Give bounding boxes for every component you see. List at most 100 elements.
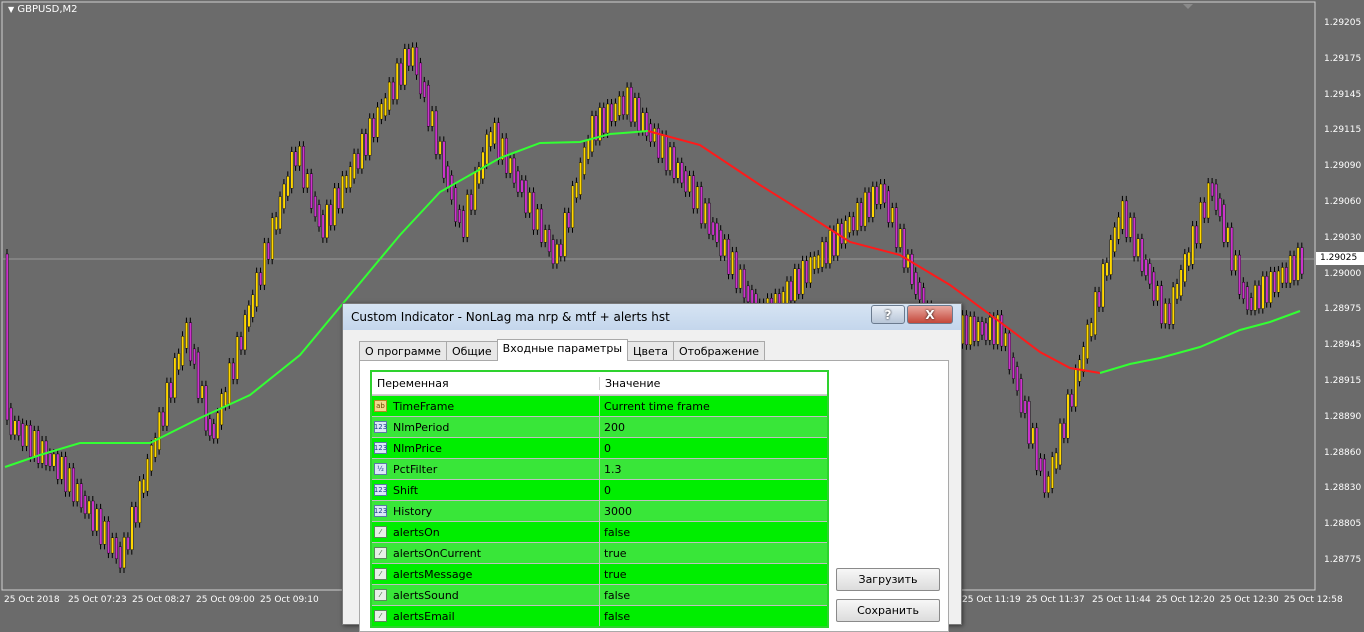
- price-bar: [980, 321, 984, 336]
- param-row-NlmPeriod[interactable]: 123 NlmPeriod 200: [372, 416, 827, 437]
- price-bar: [1043, 458, 1047, 493]
- price-bar: [1214, 183, 1218, 211]
- param-value[interactable]: false: [600, 526, 630, 539]
- price-bar: [1210, 182, 1214, 197]
- price-bar: [1019, 378, 1023, 413]
- help-button[interactable]: ?: [871, 305, 905, 324]
- price-bar: [785, 280, 789, 304]
- param-value[interactable]: 3000: [600, 505, 632, 518]
- param-value[interactable]: true: [600, 568, 627, 581]
- bool-type-icon: ⁄: [374, 589, 387, 601]
- price-bar: [185, 322, 188, 349]
- price-bar: [239, 336, 243, 351]
- param-name: NlmPeriod: [393, 420, 450, 434]
- price-bar: [228, 362, 231, 405]
- price-bar: [216, 412, 220, 439]
- time-axis-label: 25 Oct 07:23: [68, 595, 127, 605]
- price-bar: [489, 131, 493, 147]
- column-value[interactable]: Значение: [600, 377, 660, 390]
- price-bar: [13, 420, 17, 436]
- param-row-alertsOnCurrent[interactable]: ⁄ alertsOnCurrent true: [372, 542, 827, 563]
- price-bar: [107, 521, 111, 554]
- price-bar: [1082, 346, 1086, 373]
- price-bar: [739, 269, 742, 289]
- price-bar: [267, 242, 270, 260]
- param-name: alertsOn: [393, 525, 440, 539]
- price-bar: [395, 62, 399, 100]
- param-row-alertsEmail[interactable]: ⁄ alertsEmail false: [372, 605, 827, 626]
- price-bar: [832, 230, 836, 257]
- price-bar: [411, 47, 415, 67]
- param-value[interactable]: 200: [600, 421, 625, 434]
- price-bar: [1074, 369, 1078, 407]
- price-bar: [551, 239, 555, 264]
- param-value[interactable]: 1.3: [600, 463, 622, 476]
- param-variable: ⁄ alertsOnCurrent: [372, 543, 600, 563]
- param-row-PctFilter[interactable]: ½ PctFilter 1.3: [372, 458, 827, 479]
- price-bar: [325, 204, 329, 239]
- price-bar: [1261, 276, 1265, 309]
- price-axis-label: 1.29000: [1324, 268, 1362, 279]
- price-bar: [614, 103, 618, 122]
- price-axis-label: 1.28890: [1324, 411, 1362, 422]
- tab-visualization[interactable]: Отображение: [672, 341, 766, 361]
- dialog-titlebar[interactable]: Custom Indicator - NonLag ma nrp & mtf +…: [343, 304, 961, 330]
- price-bar: [130, 506, 134, 550]
- price-bar: [1296, 247, 1300, 281]
- param-row-TimeFrame[interactable]: ab TimeFrame Current time frame: [372, 395, 827, 416]
- price-bar: [805, 260, 809, 284]
- load-button[interactable]: Загрузить: [836, 568, 940, 591]
- price-bar: [72, 467, 75, 502]
- price-bar: [1253, 285, 1257, 311]
- param-value[interactable]: false: [600, 610, 630, 623]
- price-bar: [446, 165, 450, 188]
- param-row-Shift[interactable]: 123 Shift 0: [372, 479, 827, 500]
- param-value[interactable]: 0: [600, 484, 611, 497]
- param-row-alertsOn[interactable]: ⁄ alertsOn false: [372, 521, 827, 542]
- price-bar: [37, 430, 40, 464]
- time-axis-label: 25 Oct 12:58: [1284, 595, 1343, 605]
- price-bar: [575, 182, 579, 199]
- tab-about[interactable]: О программе: [359, 341, 447, 361]
- param-row-History[interactable]: 123 History 3000: [372, 500, 827, 521]
- tab-colors[interactable]: Цвета: [627, 341, 674, 361]
- close-button[interactable]: X: [907, 305, 953, 324]
- param-row-alertsSound[interactable]: ⁄ alertsSound false: [372, 584, 827, 605]
- price-bar: [286, 176, 290, 197]
- price-bar: [1238, 254, 1242, 295]
- param-value[interactable]: false: [600, 589, 630, 602]
- tab-common[interactable]: Общие: [445, 341, 498, 361]
- dropdown-triangle-icon[interactable]: ▼: [8, 5, 14, 14]
- price-bar: [1140, 238, 1144, 272]
- price-bar: [95, 508, 99, 532]
- price-bar: [828, 230, 832, 264]
- tab-inputs[interactable]: Входные параметры: [496, 339, 629, 361]
- param-row-NlmPrice[interactable]: 123 NlmPrice 0: [372, 437, 827, 458]
- price-bar: [1101, 263, 1105, 308]
- price-bar: [1136, 238, 1140, 257]
- param-row-alertsMessage[interactable]: ⁄ alertsMessage true: [372, 563, 827, 584]
- price-bar: [547, 229, 551, 252]
- price-bar: [1218, 197, 1222, 217]
- param-value[interactable]: true: [600, 547, 627, 560]
- grid-header: Переменная Значение: [372, 372, 827, 395]
- parameters-grid[interactable]: Переменная Значение ab TimeFrame Current t…: [370, 370, 829, 628]
- price-bar: [1242, 282, 1245, 299]
- time-axis-label: 25 Oct 11:19: [962, 595, 1021, 605]
- price-bar: [1226, 227, 1230, 243]
- param-value[interactable]: 0: [600, 442, 611, 455]
- price-bar: [134, 506, 138, 523]
- price-bar: [1039, 458, 1043, 472]
- param-value[interactable]: Current time frame: [600, 400, 710, 413]
- price-bar: [1023, 400, 1027, 414]
- price-bar: [895, 207, 898, 248]
- price-bar: [391, 81, 395, 100]
- time-axis-label: 25 Oct 11:44: [1092, 595, 1151, 605]
- param-variable: ⁄ alertsSound: [372, 585, 600, 605]
- price-bar: [442, 141, 446, 179]
- save-button[interactable]: Сохранить: [836, 599, 940, 622]
- price-bar: [680, 162, 684, 184]
- price-bar: [883, 183, 887, 204]
- column-variable[interactable]: Переменная: [372, 376, 600, 390]
- price-bar: [918, 282, 922, 300]
